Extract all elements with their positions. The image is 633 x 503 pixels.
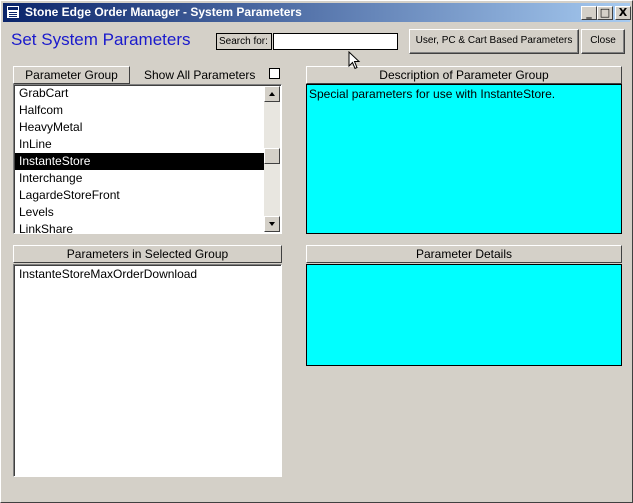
parameters-list[interactable]: InstanteStoreMaxOrderDownload: [13, 264, 282, 477]
user-pc-cart-parameters-button[interactable]: User, PC & Cart Based Parameters: [409, 29, 579, 54]
scroll-up-arrow-icon[interactable]: [264, 86, 280, 102]
parameter-item[interactable]: InstanteStoreMaxOrderDownload: [15, 266, 275, 283]
parameters-header: Parameters in Selected Group: [13, 245, 282, 263]
parameter-group-item[interactable]: HeavyMetal: [15, 119, 265, 136]
parameter-group-header: Parameter Group: [13, 66, 130, 84]
parameter-group-item[interactable]: Interchange: [15, 170, 265, 187]
description-box: Special parameters for use with Instante…: [306, 84, 622, 234]
window-title: Stone Edge Order Manager - System Parame…: [25, 5, 302, 19]
scroll-down-arrow-icon[interactable]: [264, 216, 280, 232]
maximize-button[interactable]: □: [597, 6, 613, 20]
parameter-details-header: Parameter Details: [306, 245, 622, 263]
parameter-group-item[interactable]: Levels: [15, 204, 265, 221]
parameters-items: InstanteStoreMaxOrderDownload: [15, 266, 275, 283]
title-bar[interactable]: Stone Edge Order Manager - System Parame…: [3, 3, 631, 22]
parameter-details-box[interactable]: [306, 264, 622, 366]
parameter-group-item[interactable]: LagardeStoreFront: [15, 187, 265, 204]
parameter-group-list[interactable]: GrabCart Halfcom HeavyMetal InLine InstanteS…: [13, 84, 282, 234]
search-label: Search for:: [216, 33, 272, 50]
app-icon[interactable]: [6, 5, 20, 19]
parameter-group-item[interactable]: GrabCart: [15, 85, 265, 102]
parameter-group-item[interactable]: InstanteStore: [15, 153, 265, 170]
show-all-parameters-label: Show All Parameters: [144, 68, 256, 82]
show-all-parameters-checkbox[interactable]: [269, 68, 280, 79]
parameter-group-item[interactable]: LinkShare: [15, 221, 265, 233]
close-window-button[interactable]: X: [615, 6, 631, 20]
parameter-group-item[interactable]: Halfcom: [15, 102, 265, 119]
parameter-group-scrollbar[interactable]: [264, 86, 280, 232]
minimize-button[interactable]: _: [581, 6, 597, 20]
system-parameters-window: Stone Edge Order Manager - System Parame…: [0, 0, 633, 503]
scroll-thumb[interactable]: [264, 148, 280, 164]
parameter-group-items: GrabCart Halfcom HeavyMetal InLine InstanteS…: [15, 85, 265, 233]
close-button[interactable]: Close: [581, 29, 625, 54]
search-input[interactable]: [273, 33, 398, 50]
parameter-group-item[interactable]: InLine: [15, 136, 265, 153]
mouse-pointer-icon: [348, 51, 361, 70]
page-title: Set System Parameters: [11, 30, 191, 49]
